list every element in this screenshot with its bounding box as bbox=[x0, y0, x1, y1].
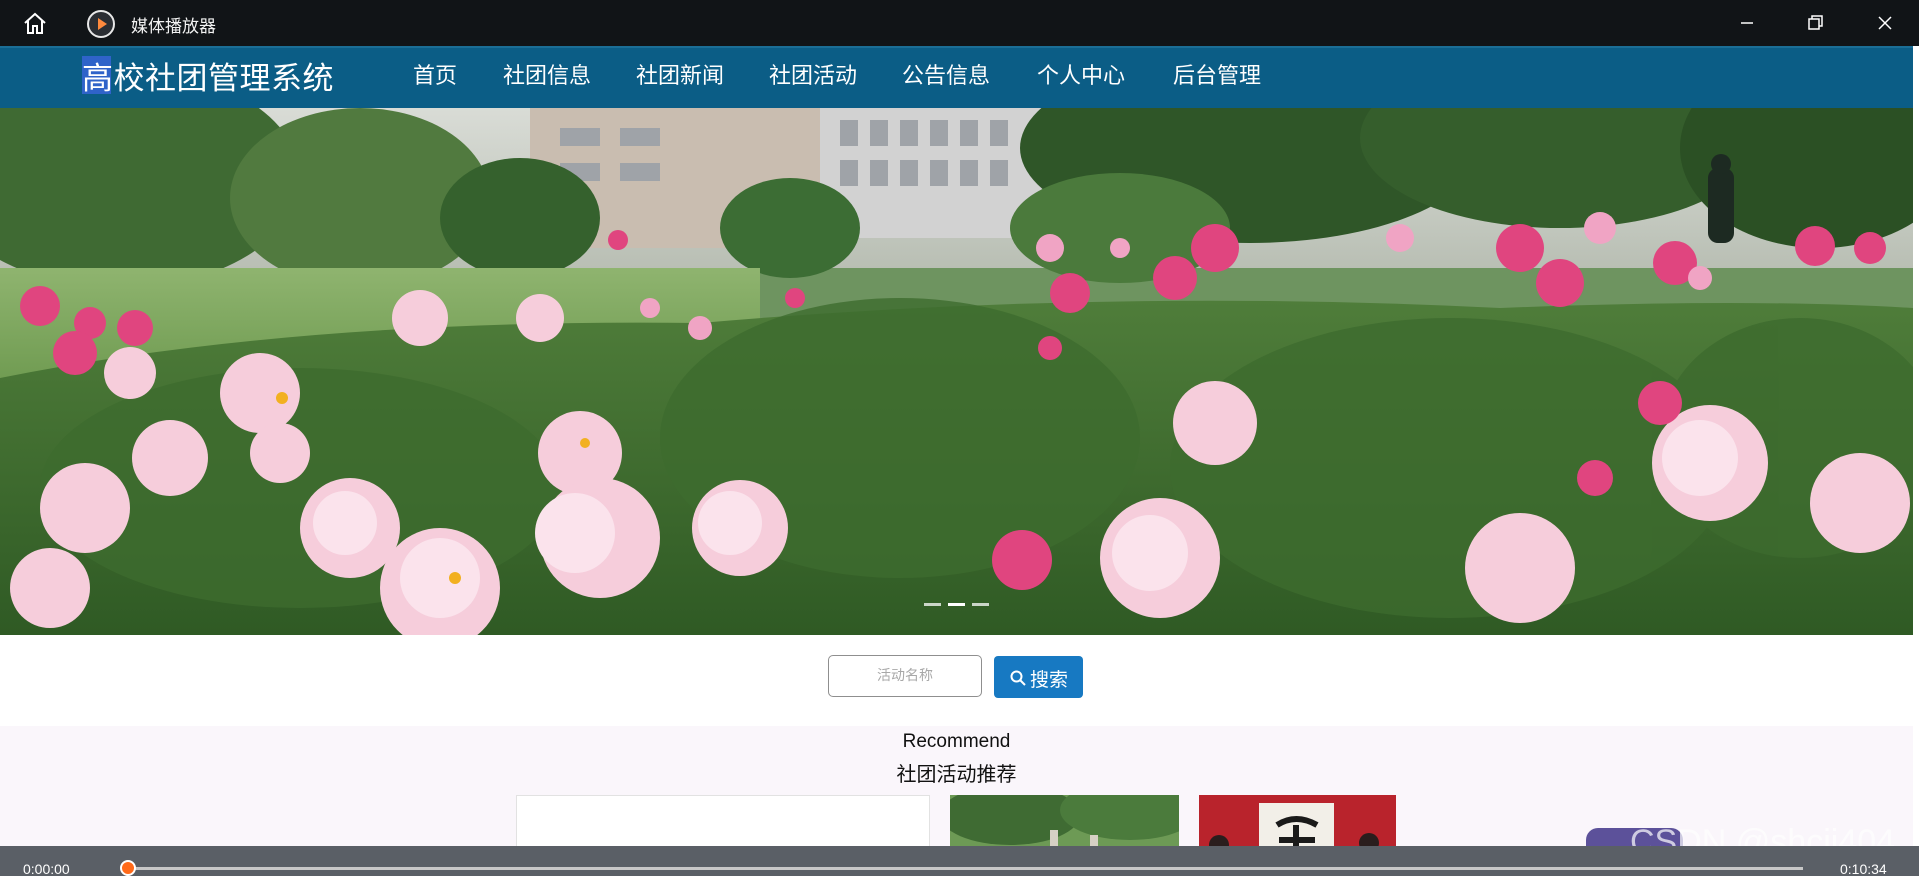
recommend-title-cn: 社团活动推荐 bbox=[896, 762, 1017, 786]
current-time: 0:00:00 bbox=[23, 861, 70, 877]
carousel-dot[interactable] bbox=[948, 603, 965, 606]
nav-item-home[interactable]: 首页 bbox=[413, 58, 457, 90]
nav-item-admin[interactable]: 后台管理 bbox=[1173, 58, 1261, 90]
window-titlebar: 媒体播放器 bbox=[0, 0, 1919, 46]
restore-icon[interactable] bbox=[1800, 8, 1830, 38]
site-nav: 高校社团管理系统 首页 社团信息 社团新闻 社团活动 公告信息 个人中心 后台管… bbox=[0, 46, 1913, 111]
activity-name-input[interactable] bbox=[828, 655, 982, 697]
home-icon[interactable] bbox=[22, 10, 48, 36]
seek-thumb[interactable] bbox=[120, 860, 136, 876]
search-button[interactable]: 搜索 bbox=[994, 656, 1083, 698]
window-title: 媒体播放器 bbox=[131, 17, 216, 37]
nav-item-profile[interactable]: 个人中心 bbox=[1037, 58, 1125, 90]
player-controls: 0:00:00 0:10:34 bbox=[0, 846, 1919, 877]
search-button-label: 搜索 bbox=[1030, 669, 1069, 691]
seek-bar[interactable] bbox=[128, 867, 1803, 870]
carousel-dot[interactable] bbox=[972, 603, 989, 606]
recommend-title-en: Recommend bbox=[902, 731, 1011, 752]
minimize-icon[interactable] bbox=[1732, 8, 1762, 38]
site-brand[interactable]: 高校社团管理系统 bbox=[82, 53, 334, 98]
nav-item-announcements[interactable]: 公告信息 bbox=[902, 58, 990, 90]
close-icon[interactable] bbox=[1870, 8, 1900, 38]
nav-item-club-activities[interactable]: 社团活动 bbox=[769, 58, 857, 90]
nav-item-club-info[interactable]: 社团信息 bbox=[503, 58, 591, 90]
banner-image bbox=[0, 108, 1913, 635]
carousel-dot[interactable] bbox=[924, 603, 941, 606]
hero-banner[interactable] bbox=[0, 108, 1913, 635]
total-time: 0:10:34 bbox=[1840, 861, 1887, 877]
nav-item-club-news[interactable]: 社团新闻 bbox=[636, 58, 724, 90]
play-icon bbox=[87, 10, 115, 38]
search-icon bbox=[1010, 669, 1026, 691]
